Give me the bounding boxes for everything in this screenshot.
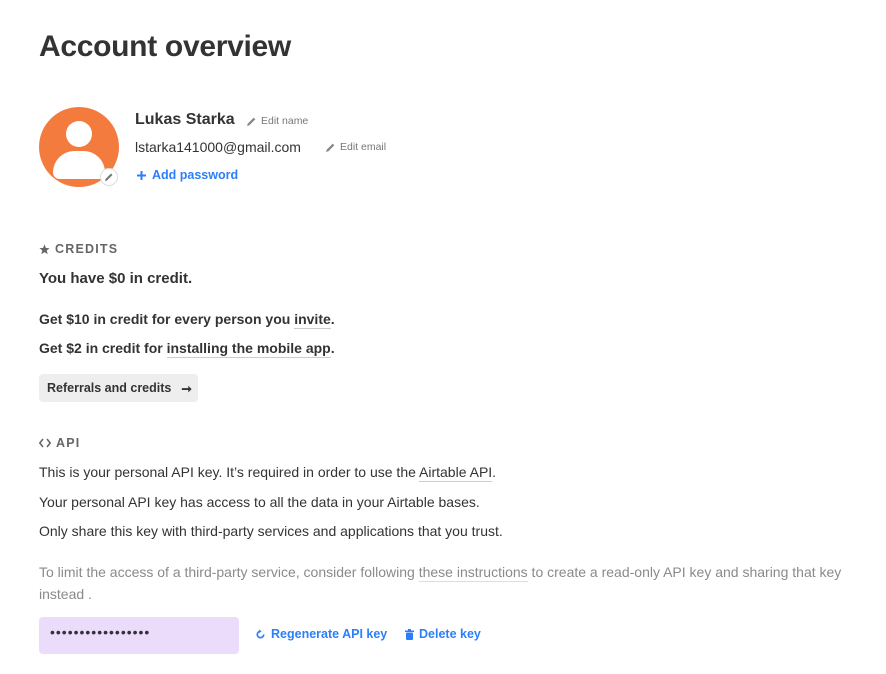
edit-email-button[interactable]: Edit email	[325, 141, 386, 153]
add-password-button[interactable]: Add password	[137, 168, 238, 182]
refresh-icon	[256, 628, 265, 638]
api-access-text: Your personal API key has access to all …	[39, 494, 480, 510]
invite-credit-text: Get $10 in credit for every person you	[39, 311, 295, 327]
api-section-label: API	[56, 436, 81, 450]
arrow-right-icon: ➞	[181, 381, 192, 396]
pencil-icon	[326, 143, 335, 152]
mobile-credit-text: Get $2 in credit for	[39, 340, 167, 356]
api-description-line: This is your personal API key. It’s requ…	[39, 464, 497, 482]
invite-link[interactable]: invite	[294, 311, 331, 329]
regenerate-api-key-button[interactable]: Regenerate API key	[255, 627, 387, 641]
profile-name: Lukas Starka	[135, 111, 235, 128]
code-icon	[39, 438, 51, 448]
trash-icon	[405, 628, 414, 640]
credits-section-header: CREDITS	[39, 242, 118, 256]
avatar-body-shape	[53, 151, 105, 179]
edit-name-button[interactable]: Edit name	[246, 115, 308, 127]
pencil-icon	[247, 117, 256, 126]
profile-email: lstarka141000@gmail.com	[135, 139, 301, 155]
referrals-button-label: Referrals and credits	[47, 381, 172, 395]
these-instructions-link[interactable]: these instructions	[418, 564, 528, 582]
delete-key-label: Delete key	[419, 627, 481, 641]
api-description-text: This is your personal API key. It’s requ…	[39, 464, 420, 480]
referrals-and-credits-button[interactable]: Referrals and credits ➞	[39, 374, 198, 402]
add-password-label: Add password	[152, 168, 239, 182]
mobile-credit-line: Get $2 in credit for installing the mobi…	[39, 340, 335, 358]
airtable-api-link[interactable]: Airtable API	[419, 464, 493, 482]
delete-api-key-button[interactable]: Delete key	[405, 627, 481, 641]
credits-section-label: CREDITS	[55, 242, 119, 256]
plus-icon	[137, 170, 146, 180]
regenerate-label: Regenerate API key	[271, 627, 388, 641]
credit-balance: You have $0 in credit.	[39, 270, 193, 287]
avatar-head-shape	[66, 121, 92, 147]
install-mobile-app-link[interactable]: installing the mobile app	[166, 340, 331, 358]
api-note-text: To limit the access of a third-party ser…	[39, 564, 419, 580]
avatar-edit-icon[interactable]	[101, 169, 117, 185]
api-section-header: API	[39, 436, 80, 450]
api-description-suffix: .	[492, 464, 497, 480]
edit-email-label: Edit email	[340, 141, 387, 153]
invite-credit-line: Get $10 in credit for every person you i…	[39, 311, 335, 329]
mobile-credit-suffix: .	[330, 340, 335, 356]
star-icon	[39, 244, 50, 254]
api-key-field[interactable]: •••••••••••••••••	[39, 617, 239, 654]
api-readonly-note: To limit the access of a third-party ser…	[39, 561, 864, 605]
api-share-warning: Only share this key with third-party ser…	[39, 523, 503, 539]
invite-credit-suffix: .	[330, 311, 335, 327]
edit-name-label: Edit name	[261, 115, 309, 127]
page-title: Account overview	[39, 30, 291, 63]
